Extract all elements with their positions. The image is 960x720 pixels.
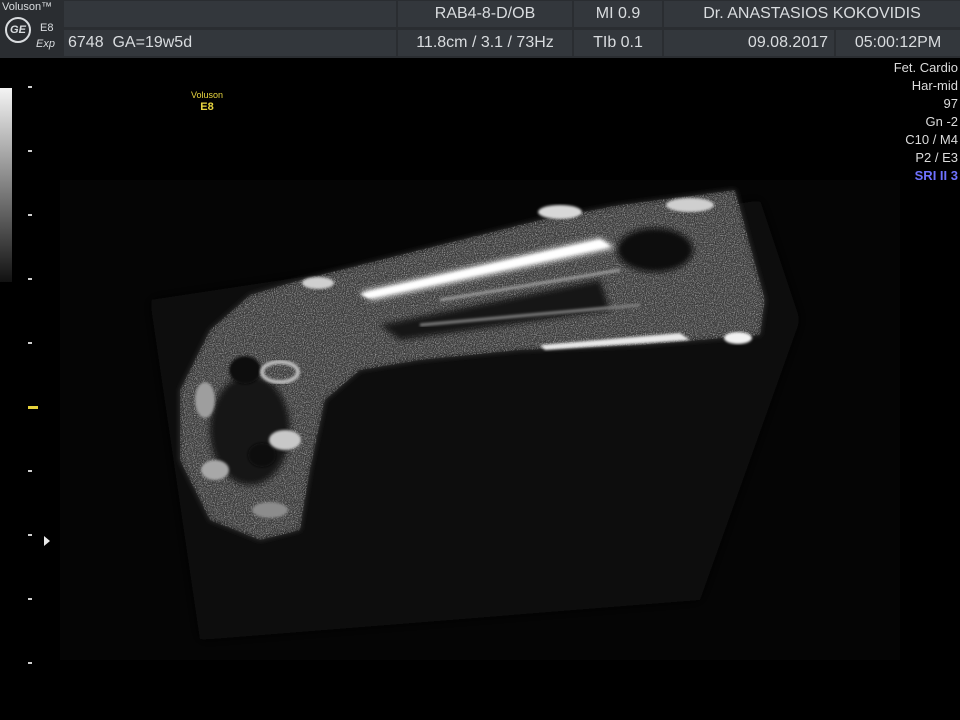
param-preset: Fet. Cardio xyxy=(893,60,958,75)
header-top-left-cell xyxy=(64,1,396,27)
probe-label: RAB4-8-D/OB xyxy=(398,1,572,27)
param-gain: Gn -2 xyxy=(925,114,958,129)
depth-tick xyxy=(28,150,32,152)
scan-parameters: 11.8cm / 3.1 / 73Hz xyxy=(398,30,572,56)
depth-tick xyxy=(28,278,32,280)
param-map: C10 / M4 xyxy=(905,132,958,147)
thermal-index: TIb 0.1 xyxy=(574,30,662,56)
gestational-age: GA=19w5d xyxy=(112,34,193,51)
depth-tick xyxy=(28,598,32,600)
pointer-arrow-icon xyxy=(44,536,50,546)
depth-tick xyxy=(28,214,32,216)
exam-time: 05:00:12PM xyxy=(836,30,960,56)
patient-id: 6748 xyxy=(68,34,104,51)
ge-logo-icon: GE xyxy=(5,17,31,43)
depth-tick xyxy=(28,470,32,472)
expert-label: Exp xyxy=(36,38,55,50)
param-sri: SRI II 3 xyxy=(914,168,958,183)
depth-tick xyxy=(28,342,32,344)
ultrasound-screen: Voluson E8 Fet. Cardio Har-mid 97 Gn -2 … xyxy=(0,0,960,720)
focus-marker-icon[interactable] xyxy=(28,406,38,409)
grayscale-bar xyxy=(0,88,12,282)
param-harmonic: Har-mid xyxy=(911,78,958,93)
param-persistence: P2 / E3 xyxy=(915,150,958,165)
header-bar: Voluson™ GE E8 Exp RAB4-8-D/OB MI 0.9 Dr… xyxy=(0,0,960,58)
ultrasound-scan-image xyxy=(60,180,900,660)
brand-name: Voluson™ xyxy=(2,1,53,13)
depth-tick xyxy=(28,662,32,664)
watermark-line-1: Voluson xyxy=(190,90,224,100)
model-name: E8 xyxy=(40,22,54,34)
param-power: 97 xyxy=(943,96,958,111)
doctor-name: Dr. ANASTASIOS KOKOVIDIS xyxy=(664,1,960,27)
depth-tick xyxy=(28,534,32,536)
watermark-line-2: E8 xyxy=(200,101,214,113)
depth-tick xyxy=(28,86,32,88)
patient-info: 6748 GA=19w5d xyxy=(64,30,396,56)
exam-date: 09.08.2017 xyxy=(664,30,834,56)
imaging-parameters: Fet. Cardio Har-mid 97 Gn -2 C10 / M4 P2… xyxy=(894,59,958,185)
logo-block: Voluson™ GE E8 Exp xyxy=(0,0,62,58)
voluson-watermark: Voluson E8 xyxy=(186,89,228,113)
mechanical-index: MI 0.9 xyxy=(574,1,662,27)
